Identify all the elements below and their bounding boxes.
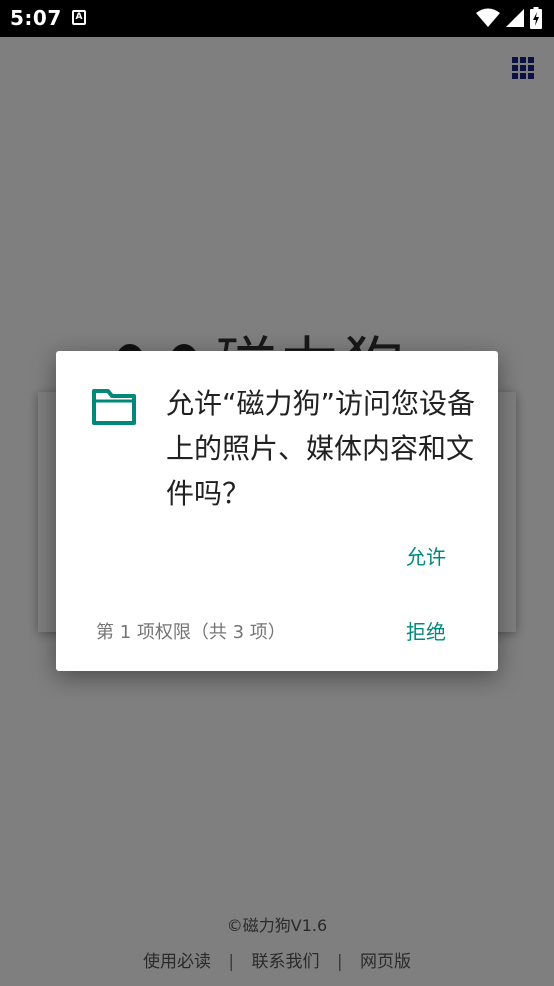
deny-button[interactable]: 拒绝 (406, 616, 446, 645)
folder-icon (92, 389, 136, 425)
allow-button[interactable]: 允许 (406, 541, 446, 570)
status-time: 5:07 (10, 6, 62, 30)
battery-charging-icon (530, 7, 542, 29)
notification-icon: A (72, 10, 86, 25)
status-icons (476, 6, 542, 30)
permission-counter: 第 1 项权限（共 3 项） (96, 622, 286, 643)
dialog-title: 允许“磁力狗”访问您设备上的照片、媒体内容和文件吗？ (166, 387, 476, 510)
permission-dialog: 允许“磁力狗”访问您设备上的照片、媒体内容和文件吗？ 允许 第 1 项权限（共 … (56, 351, 498, 671)
signal-icon (506, 9, 524, 27)
status-bar: 5:07 A (0, 0, 554, 37)
wifi-icon (476, 8, 500, 27)
